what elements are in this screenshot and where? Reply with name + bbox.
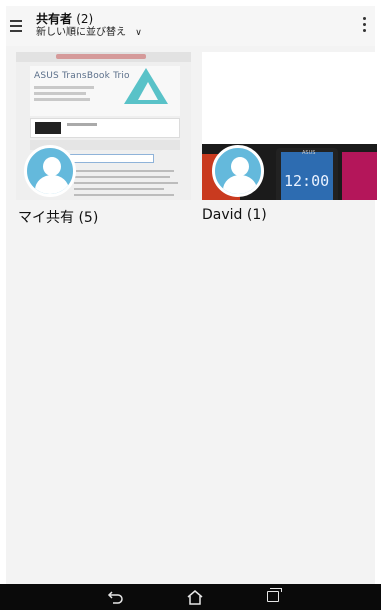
home-icon[interactable] [185, 588, 205, 606]
recent-apps-icon[interactable] [264, 588, 284, 606]
overflow-menu-icon[interactable] [362, 17, 368, 35]
app-bar: 共有者 (2) 新しい順に並び替え ∨ [6, 6, 375, 46]
shared-grid: ASUS TransBook Trio マイ共有 (5) ASUS 12:00 … [6, 46, 377, 584]
title-count: (2) [76, 12, 94, 26]
person-avatar-icon [212, 145, 264, 197]
person-avatar-icon [24, 145, 76, 197]
back-icon[interactable] [106, 588, 126, 606]
page-title: 共有者 (2) [36, 12, 93, 26]
chevron-down-icon: ∨ [135, 28, 142, 38]
hamburger-menu-icon[interactable] [10, 17, 26, 35]
sort-dropdown[interactable]: 新しい順に並び替え ∨ [36, 27, 142, 39]
title-text: 共有者 [36, 12, 73, 26]
thumbnail-brand-text: ASUS TransBook Trio [34, 71, 130, 81]
thumbnail-asus-logo: ASUS [302, 150, 316, 156]
system-nav-bar [0, 584, 381, 610]
sort-label: 新しい順に並び替え [36, 27, 126, 38]
thumbnail-clock-text: 12:00 [284, 172, 330, 190]
card-label-david[interactable]: David (1) [202, 207, 267, 223]
card-label-mine[interactable]: マイ共有 (5) [18, 207, 98, 227]
